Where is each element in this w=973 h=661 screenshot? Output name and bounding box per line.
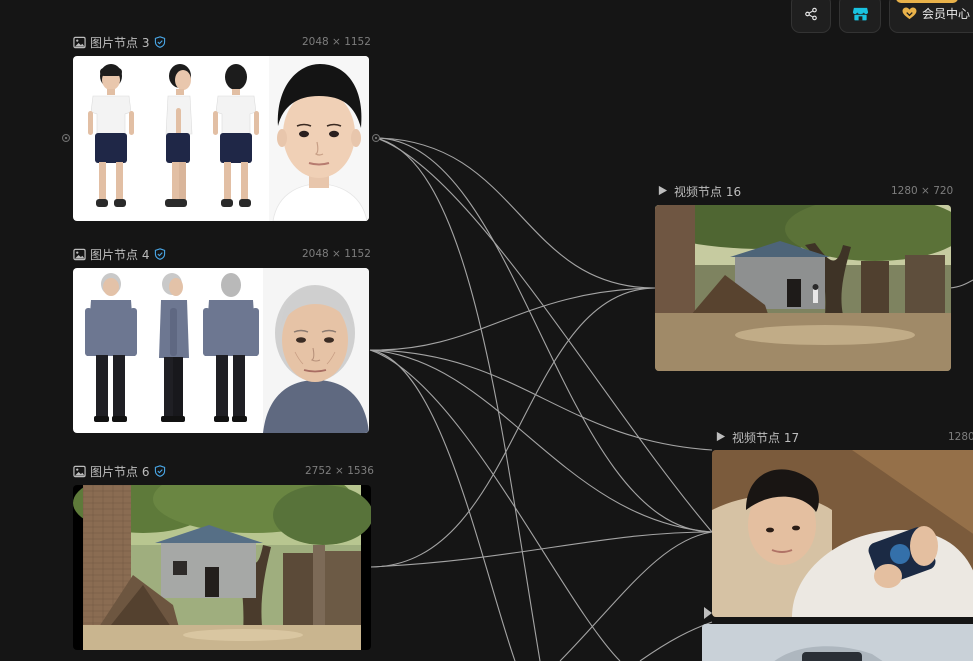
member-center-label: 会员中心 [922,7,971,21]
figure-back [213,64,259,207]
node-dimensions: 2048 × 1152 [302,36,371,48]
node-dimensions: 2048 × 1152 [302,248,371,260]
node-title: 图片节点 6 [90,464,150,479]
video-node-play-handle[interactable] [704,604,712,619]
video-thumbnail-courtyard-scene[interactable] [655,205,951,371]
edge-image4-video17b [369,349,713,533]
edge-image6-video17 [369,531,713,568]
portrait-child [269,56,369,221]
store-icon [852,7,868,21]
node-header-video17[interactable]: 视频节点 17 [715,429,799,445]
figure-back [203,273,259,422]
share-button[interactable] [791,0,831,33]
node-title: 图片节点 4 [90,247,150,262]
node-header-image3[interactable]: 图片节点 3 [73,34,166,50]
edge-image3-down [375,137,541,661]
figure-side [165,64,193,207]
node-header-video16[interactable]: 视频节点 16 [657,183,741,199]
member-center-button[interactable]: 会员中心 [889,0,973,33]
figure-side [159,273,189,422]
play-icon [715,431,728,444]
edge-video16-out [949,279,973,289]
member-badge-tag [896,0,958,3]
image-icon [73,36,86,49]
workflow-canvas[interactable]: 图片节点 3 2048 × 1152 图片节点 4 2048 × 1152 图片… [0,0,973,661]
edge-image4-down [369,349,516,661]
node-dimensions: 2752 × 1536 [305,465,374,477]
heart-badge-icon [902,7,918,21]
image-icon [73,248,86,261]
figure-front [85,273,137,422]
shield-check-icon [154,36,166,48]
node-dimensions: 1280 [948,431,973,443]
node-dimensions: 1280 × 720 [891,185,954,197]
node-title: 图片节点 3 [90,35,150,50]
input-port[interactable] [62,134,70,142]
node-title: 视频节点 16 [674,184,742,199]
output-port[interactable] [372,134,380,142]
image-thumbnail-courtyard[interactable] [73,485,371,650]
node-header-image4[interactable]: 图片节点 4 [73,246,166,262]
store-button[interactable] [839,0,881,33]
shield-check-icon [154,465,166,477]
figure-front [88,64,134,207]
node-header-image6[interactable]: 图片节点 6 [73,463,166,479]
edge-image6-video16 [369,287,656,568]
edge-image4-video16 [369,287,656,351]
video-thumbnail-boy-gaming[interactable] [712,450,973,617]
video-thumbnail-partial[interactable] [702,624,973,661]
image-thumbnail-grandmother-turnaround[interactable] [73,268,369,433]
image-icon [73,465,86,478]
portrait-grandmother [263,268,369,433]
shield-check-icon [154,248,166,260]
share-icon [805,7,817,20]
edge-to-bottom-node [559,531,713,661]
edge-image3-video16 [375,137,656,289]
play-icon [657,185,670,198]
edge-image4-down2 [369,349,621,661]
play-icon [704,607,712,619]
node-title: 视频节点 17 [732,430,800,445]
image-thumbnail-child-turnaround[interactable] [73,56,369,221]
